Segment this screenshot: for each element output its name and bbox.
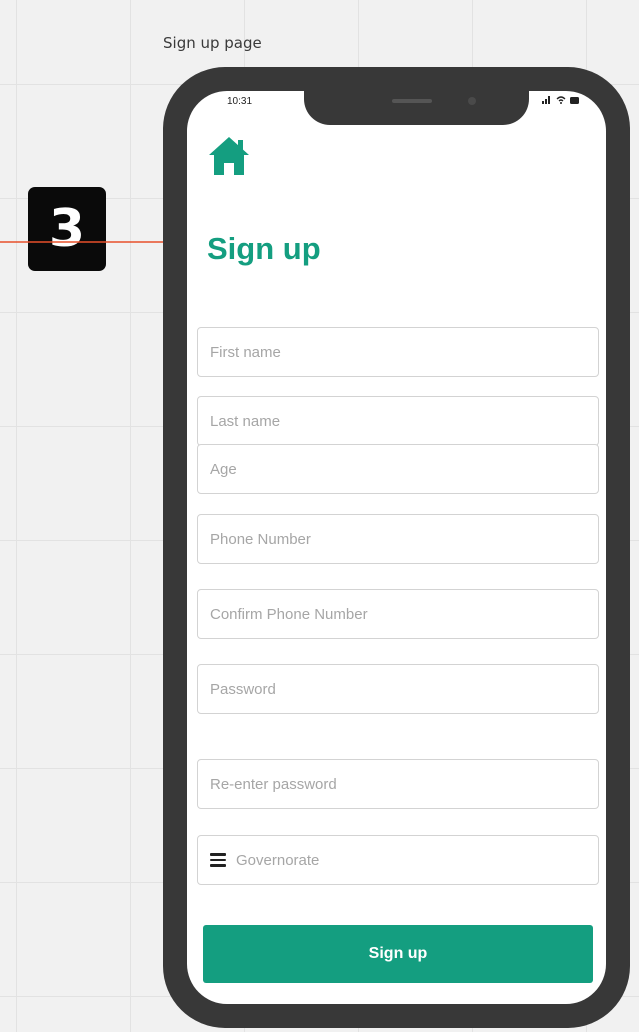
step-badge: 3	[28, 187, 106, 271]
battery-icon	[570, 96, 579, 104]
password-input[interactable]	[197, 664, 599, 714]
phone-screen: 10:31 Sign up First name Last name Age P…	[187, 91, 606, 1004]
home-icon[interactable]	[207, 135, 251, 177]
menu-icon	[210, 853, 226, 867]
page-title: Sign up	[207, 231, 321, 266]
first-name-input[interactable]	[197, 327, 599, 377]
last-name-input[interactable]	[197, 396, 599, 446]
signal-icon	[542, 96, 550, 104]
phone-frame: 10:31 Sign up First name Last name Age P…	[163, 67, 630, 1028]
governorate-select[interactable]: Governorate	[197, 835, 599, 885]
wifi-icon	[556, 96, 566, 104]
confirm-phone-input[interactable]	[197, 589, 599, 639]
status-time: 10:31	[227, 96, 253, 107]
canvas-frame-label: Sign up page	[163, 34, 262, 52]
governorate-placeholder: Governorate	[236, 851, 320, 869]
age-input[interactable]	[197, 444, 599, 494]
sign-up-button[interactable]: Sign up	[203, 925, 593, 983]
phone-notch	[304, 91, 529, 125]
reenter-password-input[interactable]	[197, 759, 599, 809]
speaker-grille	[392, 99, 432, 103]
status-icons	[542, 96, 580, 104]
phone-number-input[interactable]	[197, 514, 599, 564]
front-camera	[468, 97, 476, 105]
